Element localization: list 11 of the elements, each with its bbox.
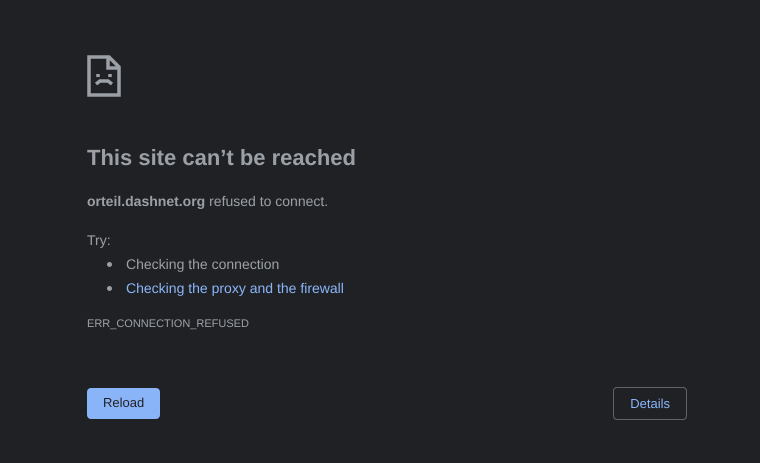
sad-page-icon bbox=[87, 55, 121, 97]
try-label: Try: bbox=[87, 231, 111, 249]
error-message: orteil.dashnet.org refused to connect. bbox=[87, 192, 328, 210]
details-button[interactable]: Details bbox=[613, 387, 687, 420]
suggestion-link[interactable]: Checking the proxy and the firewall bbox=[126, 279, 344, 297]
error-title: This site can’t be reached bbox=[87, 144, 356, 172]
bullet-icon bbox=[107, 262, 112, 266]
reload-button[interactable]: Reload bbox=[87, 388, 160, 418]
error-code: ERR_CONNECTION_REFUSED bbox=[87, 317, 249, 331]
suggestion-text: Checking the connection bbox=[126, 255, 280, 273]
bullet-icon bbox=[107, 286, 112, 290]
